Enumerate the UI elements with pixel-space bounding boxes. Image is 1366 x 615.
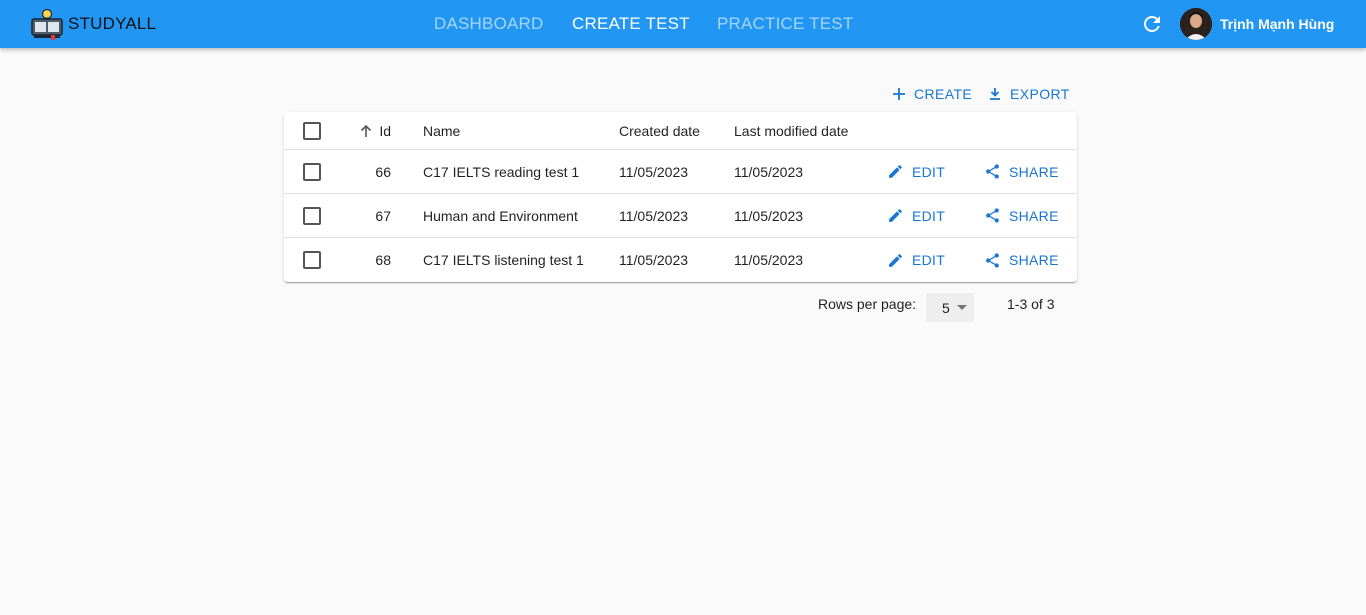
nav-dashboard[interactable]: DASHBOARD [434,14,544,34]
nav-practice-test[interactable]: PRACTICE TEST [717,14,853,34]
refresh-button[interactable] [1140,12,1164,36]
edit-label: EDIT [912,207,946,224]
select-all-checkbox[interactable] [303,122,321,140]
rows-per-page-value: 5 [942,300,950,316]
pagination-range: 1-3 of 3 [1007,296,1055,312]
column-header-id-label: Id [379,122,391,139]
user-name[interactable]: Trịnh Mạnh Hùng [1220,16,1334,32]
cell-id: 68 [375,252,391,268]
table-row[interactable]: 66 C17 IELTS reading test 1 11/05/2023 1… [284,150,1077,194]
column-header-created[interactable]: Created date [619,112,700,149]
cell-id: 67 [375,207,391,224]
column-header-id[interactable]: Id [344,112,391,149]
plus-icon [893,88,905,100]
nav-create-test[interactable]: CREATE TEST [572,14,690,34]
cell-modified: 11/05/2023 [734,207,804,224]
app-logo[interactable]: STUDYALL [30,7,156,41]
tests-data-grid: Id Name Created date Last modified date … [284,112,1077,282]
pencil-icon [889,253,902,267]
cell-id: 66 [375,163,391,180]
edit-label: EDIT [912,252,946,268]
app-name: STUDYALL [68,14,157,33]
rows-per-page-label: Rows per page: [818,296,917,312]
grid-header-row: Id Name Created date Last modified date [284,112,1077,150]
edit-button[interactable]: EDIT [887,238,945,282]
pencil-icon [889,209,902,222]
refresh-icon [1144,15,1160,32]
pencil-icon [889,165,902,178]
share-label: SHARE [1009,163,1059,180]
cell-modified: 11/05/2023 [734,163,804,180]
row-checkbox[interactable] [303,207,321,225]
app-bar: STUDYALL DASHBOARD CREATE TEST PRACTICE … [0,0,1366,48]
share-button[interactable]: SHARE [984,194,1059,237]
user-avatar[interactable] [1180,8,1212,40]
logo-icon [31,8,63,40]
share-label: SHARE [1009,207,1059,224]
row-checkbox[interactable] [303,251,321,269]
share-button[interactable]: SHARE [984,150,1059,193]
cell-created: 11/05/2023 [619,252,689,268]
share-icon [986,252,999,268]
share-icon [986,164,999,179]
create-label: CREATE [914,86,973,102]
edit-button[interactable]: EDIT [887,194,945,237]
cell-modified: 11/05/2023 [734,252,804,268]
share-label: SHARE [1009,252,1059,268]
download-icon [990,88,1000,100]
cell-created: 11/05/2023 [619,163,689,180]
avatar-image [1180,8,1212,40]
arrow-up-icon [361,124,372,137]
cell-name: C17 IELTS reading test 1 [423,163,580,180]
cell-created: 11/05/2023 [619,207,689,224]
share-icon [986,208,999,223]
export-button[interactable]: EXPORT [988,85,1070,103]
cell-name: C17 IELTS listening test 1 [423,252,584,268]
row-checkbox[interactable] [303,163,321,181]
export-label: EXPORT [1010,86,1070,102]
cell-name: Human and Environment [423,207,578,224]
edit-button[interactable]: EDIT [887,150,945,193]
column-header-modified[interactable]: Last modified date [734,112,848,149]
edit-label: EDIT [912,163,946,180]
column-header-name[interactable]: Name [423,112,460,149]
create-button[interactable]: CREATE [892,85,972,103]
rows-per-page-select[interactable]: 5 [926,293,974,322]
share-button[interactable]: SHARE [984,238,1059,282]
table-row[interactable]: 68 C17 IELTS listening test 1 11/05/2023… [284,238,1077,282]
table-row[interactable]: 67 Human and Environment 11/05/2023 11/0… [284,194,1077,238]
caret-down-icon [957,305,967,310]
